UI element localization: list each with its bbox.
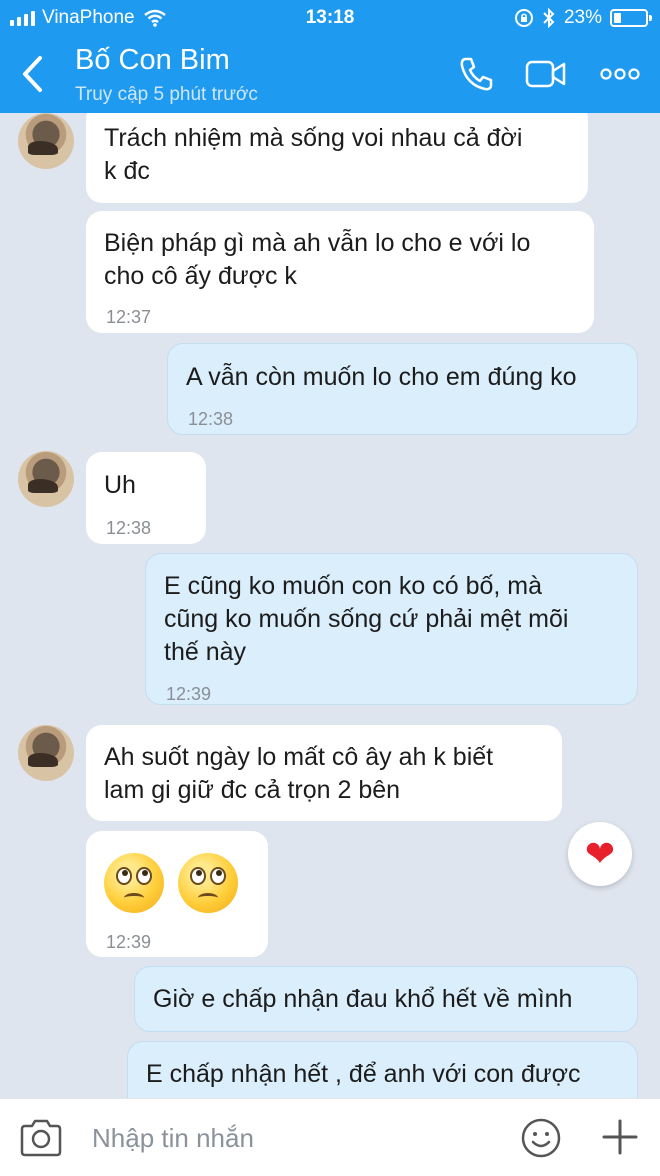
- message-text: Ah suốt ngày lo mất cô ây ah k biết lam …: [104, 743, 494, 804]
- confused-emoji: [178, 853, 238, 913]
- status-bar: VinaPhone 13:18 23%: [0, 0, 660, 38]
- message-bubble-incoming[interactable]: Ah suốt ngày lo mất cô ây ah k biết lam …: [86, 725, 562, 821]
- message-bubble-outgoing[interactable]: E chấp nhận hết , để anh với con được: [127, 1041, 638, 1098]
- message-time: 12:38: [188, 409, 234, 429]
- message-text: Giờ e chấp nhận đau khổ hết về mình: [153, 985, 573, 1013]
- message-composer: [0, 1098, 660, 1176]
- heart-icon: ❤: [584, 833, 616, 874]
- message-bubble-outgoing[interactable]: Giờ e chấp nhận đau khổ hết về mình: [134, 966, 638, 1032]
- message-time: 12:39: [106, 932, 152, 952]
- chat-header: VinaPhone 13:18 23% Bố Con Bim Truy cập …: [0, 0, 660, 113]
- confused-emoji: [104, 853, 164, 913]
- message-bubble-incoming[interactable]: Trách nhiệm mà sống voi nhau cả đời k đc: [86, 113, 588, 203]
- message-text: A vẫn còn muốn lo cho em đúng ko: [186, 363, 577, 391]
- message-text: E chấp nhận hết , để anh với con được: [146, 1060, 581, 1088]
- message-time: 12:39: [166, 684, 212, 704]
- battery-icon: [610, 9, 652, 27]
- message-text: E cũng ko muốn con ko có bố, mà cũng ko …: [164, 572, 569, 666]
- bluetooth-icon: [543, 8, 555, 28]
- battery-percent: 23%: [563, 7, 602, 28]
- phone-icon[interactable]: [455, 52, 499, 96]
- message-bubble-outgoing[interactable]: E cũng ko muốn con ko có bố, mà cũng ko …: [145, 553, 638, 705]
- message-bubble-incoming[interactable]: Uh 12:38: [86, 452, 206, 544]
- message-bubble-outgoing[interactable]: A vẫn còn muốn lo cho em đúng ko 12:38: [167, 343, 638, 435]
- message-list[interactable]: Trách nhiệm mà sống voi nhau cả đời k đc…: [0, 113, 660, 1098]
- message-time: 12:37: [106, 307, 152, 327]
- back-icon[interactable]: [20, 54, 46, 94]
- camera-icon[interactable]: [18, 1117, 64, 1159]
- message-text: Uh: [104, 471, 136, 499]
- plus-icon[interactable]: [598, 1115, 642, 1159]
- message-input[interactable]: [92, 1115, 492, 1161]
- message-text: Trách nhiệm mà sống voi nhau cả đời k đc: [104, 124, 523, 185]
- message-time: 12:38: [106, 518, 152, 538]
- chat-subtitle: Truy cập 5 phút trước: [75, 84, 258, 105]
- chat-title: Bố Con Bim: [75, 44, 230, 76]
- avatar[interactable]: [18, 725, 74, 781]
- avatar[interactable]: [18, 113, 74, 169]
- rotation-lock-icon: [514, 9, 533, 27]
- smile-icon[interactable]: [520, 1117, 562, 1159]
- message-bubble-incoming[interactable]: 12:39: [86, 831, 268, 957]
- more-icon[interactable]: [598, 52, 642, 96]
- message-text: Biện pháp gì mà ah vẫn lo cho e với lo c…: [104, 229, 531, 290]
- avatar[interactable]: [18, 451, 74, 507]
- message-bubble-incoming[interactable]: Biện pháp gì mà ah vẫn lo cho e với lo c…: [86, 211, 594, 333]
- video-icon[interactable]: [524, 52, 568, 96]
- heart-reaction-button[interactable]: ❤: [568, 822, 632, 886]
